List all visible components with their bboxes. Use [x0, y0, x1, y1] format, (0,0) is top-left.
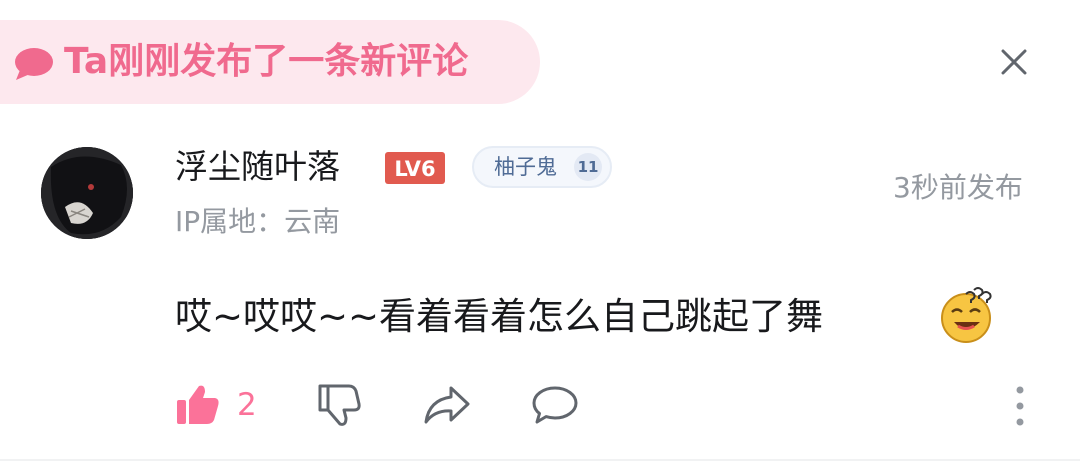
dizzy-face-emoji: [941, 287, 992, 343]
chat-bubble-icon: [15, 48, 53, 80]
level-badge: LV6: [385, 152, 445, 184]
level-text: LV6: [394, 157, 435, 181]
like-count: 2: [237, 387, 257, 423]
share-icon[interactable]: [423, 384, 471, 426]
thumbs-up-icon[interactable]: [175, 382, 221, 428]
more-vertical-icon[interactable]: [1010, 384, 1030, 428]
timestamp: 3秒前发布: [893, 171, 1023, 204]
avatar-image: [41, 147, 133, 239]
medal-level: 11: [574, 153, 602, 181]
thumbs-down-icon[interactable]: [316, 382, 362, 428]
username[interactable]: 浮尘随叶落: [175, 146, 340, 188]
comment-icon[interactable]: [531, 384, 579, 426]
medal-name: 柚子鬼: [494, 155, 557, 179]
avatar[interactable]: [41, 147, 133, 239]
ip-location: IP属地：云南: [175, 205, 341, 238]
banner-text: Ta刚刚发布了一条新评论: [64, 41, 469, 82]
divider: [0, 459, 1080, 461]
comment-text: 哎~哎哎~~看着看着怎么自己跳起了舞: [175, 295, 824, 338]
fan-medal[interactable]: 柚子鬼 11: [472, 146, 612, 188]
close-icon[interactable]: [996, 44, 1032, 80]
new-comment-banner: Ta刚刚发布了一条新评论: [0, 20, 540, 104]
